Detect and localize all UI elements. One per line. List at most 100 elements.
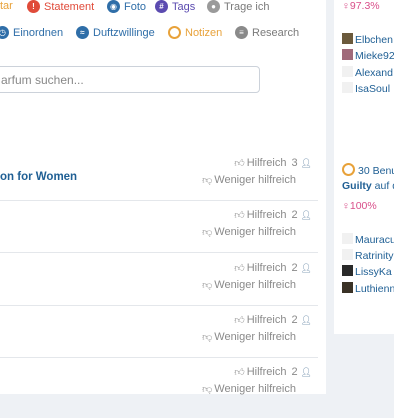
row-divider [0,357,318,358]
sidebar-panel: ♀97.3% Elbchen Mieke92 Alexand IsaSoul 3… [334,0,394,334]
tab-statement[interactable]: ! Statement [27,0,94,13]
helpful-count: 2 [291,262,298,274]
user-name: Elbchen [355,34,393,46]
avatar [342,49,353,60]
row-divider [0,200,318,201]
tab-notizen[interactable]: Notizen [168,26,222,39]
helpful-label: Hilfreich [246,157,287,169]
thumbs-up-icon: 👍︎ [234,210,245,221]
user-link[interactable]: Mieke92 [342,49,394,62]
helpful-count: 2 [291,209,298,221]
user-icon: 👤︎ [300,157,312,168]
user-link[interactable]: Ratrinity [342,249,394,262]
tab-label: Notizen [185,26,223,39]
thumbs-down-icon: 👎︎ [202,280,213,291]
thumbs-down-icon: 👎︎ [202,227,213,238]
users-count: 30 Benu [342,163,394,177]
user-link[interactable]: IsaSoul [342,82,390,95]
helpful-button[interactable]: 👍︎ Hilfreich 2 👤︎ [234,314,312,326]
user-icon: 👤︎ [300,209,312,220]
tab-label: tar [0,0,13,12]
less-helpful-label: Weniger hilfreich [214,279,296,291]
avatar [342,33,353,44]
waves-icon: ≈ [76,26,89,39]
list-item: 👍︎ Hilfreich 2 👤︎ 👎︎ Weniger hilfreich [0,314,318,366]
user-name: LissyKa [355,266,392,278]
database-icon: ≡ [235,26,248,39]
list-item: 👍︎ Hilfreich 2 👤︎ 👎︎ Weniger hilfreich [0,366,318,418]
tab-star[interactable]: tar [0,0,13,12]
user-link[interactable]: Alexand [342,66,393,79]
row-divider [0,252,318,253]
helpful-button[interactable]: 👍︎ Hilfreich 2 👤︎ [234,262,312,274]
helpful-button[interactable]: 👍︎ Hilfreich 2 👤︎ [234,209,312,221]
notes-icon [342,163,355,176]
avatar [342,66,353,77]
list-item: on for Women 👍︎ Hilfreich 3 👤︎ 👎︎ Weniger… [0,157,318,209]
tab-label: Trage ich [224,0,270,13]
perfume-link[interactable]: Guilty [342,180,372,192]
tab-label: Foto [124,0,147,13]
thumbs-down-icon: 👎︎ [202,384,213,395]
user-name: Luthienn [355,283,394,295]
notes-icon [168,26,181,39]
clock-icon: ◷ [0,26,9,39]
user-link[interactable]: Luthienn [342,282,394,295]
helpful-button[interactable]: 👍︎ Hilfreich 3 👤︎ [234,157,312,169]
helpful-button[interactable]: 👍︎ Hilfreich 2 👤︎ [234,366,312,378]
tab-label: Duftzwillinge [93,26,155,39]
less-helpful-button[interactable]: 👎︎ Weniger hilfreich [202,331,296,343]
tab-tags[interactable]: # Tags [155,0,195,13]
helpful-label: Hilfreich [246,314,287,326]
tab-label: Statement [44,0,95,13]
tab-einordnen[interactable]: ◷ Einordnen [0,26,63,39]
tab-duftzwillinge[interactable]: ≈ Duftzwillinge [76,26,155,39]
helpful-label: Hilfreich [246,209,287,221]
helpful-label: Hilfreich [246,366,287,378]
perfume-search [0,66,265,93]
tab-trage-ich[interactable]: ● Trage ich [207,0,269,13]
camera-icon: ◉ [107,0,120,13]
tab-label: Tags [172,0,196,13]
user-icon: 👤︎ [300,262,312,273]
search-input[interactable] [0,67,265,92]
less-helpful-button[interactable]: 👎︎ Weniger hilfreich [202,174,296,186]
less-helpful-button[interactable]: 👎︎ Weniger hilfreich [202,279,296,291]
tab-foto[interactable]: ◉ Foto [107,0,146,13]
user-name: Ratrinity [355,250,394,262]
user-name: Mauracu [355,234,394,246]
less-helpful-button[interactable]: 👎︎ Weniger hilfreich [202,383,296,395]
drop-icon: ● [207,0,220,13]
avatar [342,249,353,260]
less-helpful-label: Weniger hilfreich [214,174,296,186]
tab-research[interactable]: ≡ Research [235,26,299,39]
user-link[interactable]: LissyKa [342,265,392,278]
user-link[interactable]: Elbchen [342,33,393,46]
user-icon: 👤︎ [300,366,312,377]
thumbs-down-icon: 👎︎ [202,175,213,186]
female-percentage: ♀97.3% [342,0,380,12]
female-percentage: ♀100% [342,200,377,212]
thumbs-up-icon: 👍︎ [234,367,245,378]
tab-label: Research [252,26,300,39]
user-name: Alexand [355,67,393,79]
less-helpful-label: Weniger hilfreich [214,331,296,343]
user-link[interactable]: Mauracu [342,233,394,246]
helpful-label: Hilfreich [246,262,287,274]
thumbs-up-icon: 👍︎ [234,263,245,274]
thumbs-up-icon: 👍︎ [234,315,245,326]
row-divider [0,305,318,306]
helpful-count: 2 [291,314,298,326]
thumbs-down-icon: 👎︎ [202,332,213,343]
list-item: 👍︎ Hilfreich 2 👤︎ 👎︎ Weniger hilfreich [0,262,318,314]
user-name: Mieke92 [355,50,394,62]
less-helpful-button[interactable]: 👎︎ Weniger hilfreich [202,226,296,238]
perfume-title-link[interactable]: on for Women [0,171,77,183]
main-panel: tar ! Statement ◉ Foto # Tags ● Trage ic… [0,0,326,395]
user-name: IsaSoul [355,83,391,95]
users-count-label: 30 Benu [358,165,394,177]
tab-label: Einordnen [13,26,64,39]
perfume-line: Guilty auf d [342,180,394,192]
exclamation-icon: ! [27,0,40,13]
hash-icon: # [155,0,168,13]
